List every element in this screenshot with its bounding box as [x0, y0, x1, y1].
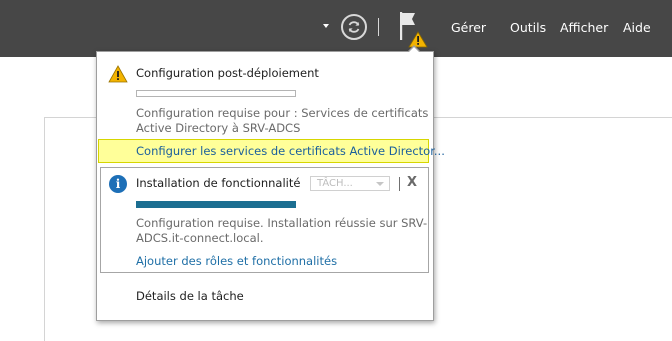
close-icon[interactable]: X — [407, 175, 417, 190]
post-deployment-description-line1: Configuration requise pour : Services de… — [136, 106, 429, 120]
configure-adcs-link[interactable]: Configurer les services de certificats A… — [136, 144, 445, 159]
task-details-link[interactable]: Détails de la tâche — [136, 289, 244, 304]
task-select[interactable]: TÂCH... — [310, 176, 390, 191]
toolbar-separator — [378, 18, 379, 36]
task-select-value: TÂCH... — [317, 178, 353, 189]
notification-title-post-deployment: Configuration post-déploiement — [136, 66, 319, 80]
menu-view[interactable]: Afficher — [560, 20, 608, 35]
chevron-down-icon[interactable] — [323, 24, 329, 28]
post-deployment-description-line2: Active Directory à SRV-ADCS — [136, 121, 301, 135]
post-deployment-progress-bar — [136, 90, 296, 97]
feature-installation-progress-bar — [136, 201, 296, 208]
refresh-icon[interactable] — [341, 14, 367, 40]
menu-tools[interactable]: Outils — [510, 20, 546, 35]
notification-flag-icon[interactable] — [397, 10, 431, 48]
menu-help[interactable]: Aide — [623, 20, 651, 35]
chevron-down-icon — [376, 182, 384, 186]
feature-installation-description-line2: ADCS.it-connect.local. — [136, 231, 264, 245]
add-roles-features-link[interactable]: Ajouter des rôles et fonctionnalités — [136, 254, 337, 269]
popup-notch-inner — [408, 47, 420, 53]
feature-installation-description-line1: Configuration requise. Installation réus… — [136, 216, 428, 230]
info-icon: i — [109, 175, 127, 193]
warning-icon — [108, 65, 128, 83]
menu-manage[interactable]: Gérer — [451, 20, 486, 35]
notification-title-feature-installation: Installation de fonctionnalité — [136, 176, 301, 190]
notification-separator — [399, 177, 400, 191]
